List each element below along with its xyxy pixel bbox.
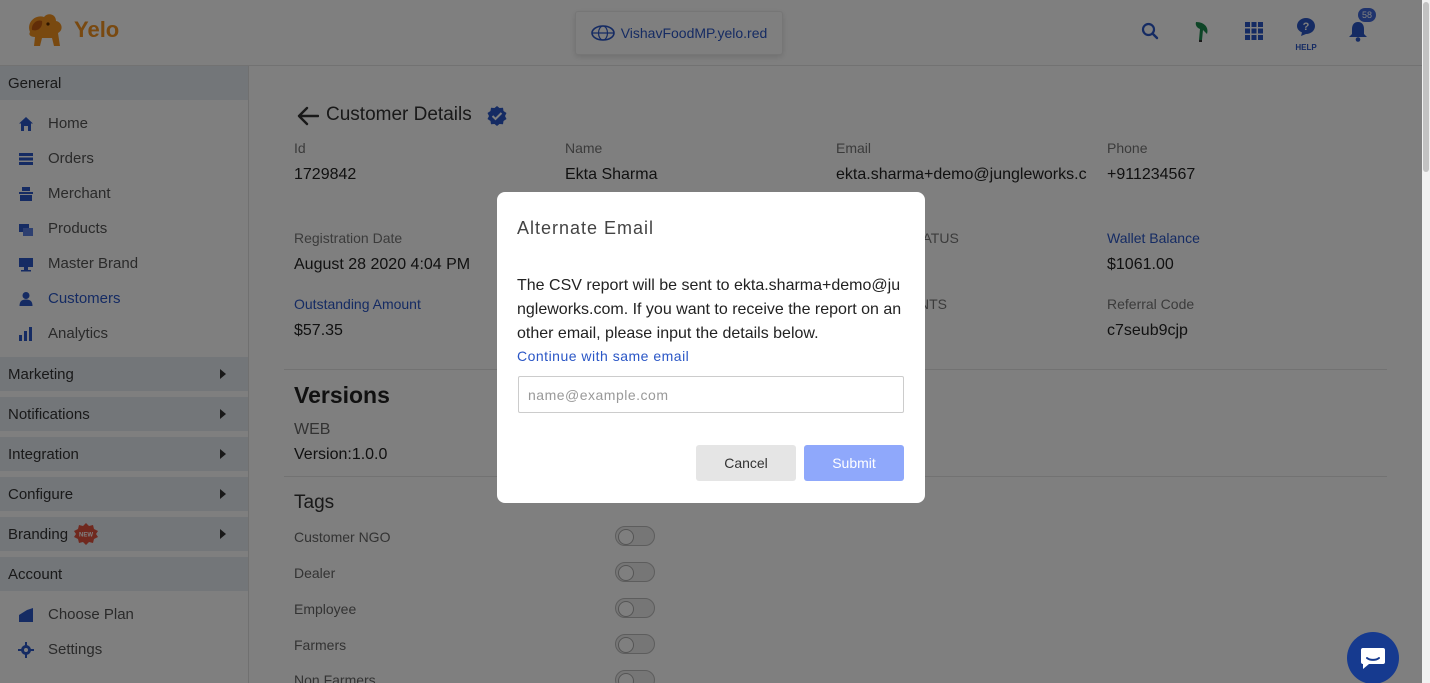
alternate-email-input[interactable] [518, 376, 904, 413]
submit-button[interactable]: Submit [804, 445, 904, 481]
continue-same-email-link[interactable]: Continue with same email [517, 348, 689, 364]
dialog-title: Alternate Email [517, 218, 655, 238]
page-scrollbar[interactable] [1422, 0, 1430, 683]
alternate-email-dialog: Alternate Email The CSV report will be s… [497, 192, 925, 503]
cancel-button[interactable]: Cancel [696, 445, 796, 481]
scrollbar-thumb[interactable] [1423, 2, 1429, 172]
dialog-message: The CSV report will be sent to ekta.shar… [517, 277, 902, 342]
chat-widget-button[interactable] [1347, 632, 1399, 683]
chat-icon [1361, 648, 1385, 669]
